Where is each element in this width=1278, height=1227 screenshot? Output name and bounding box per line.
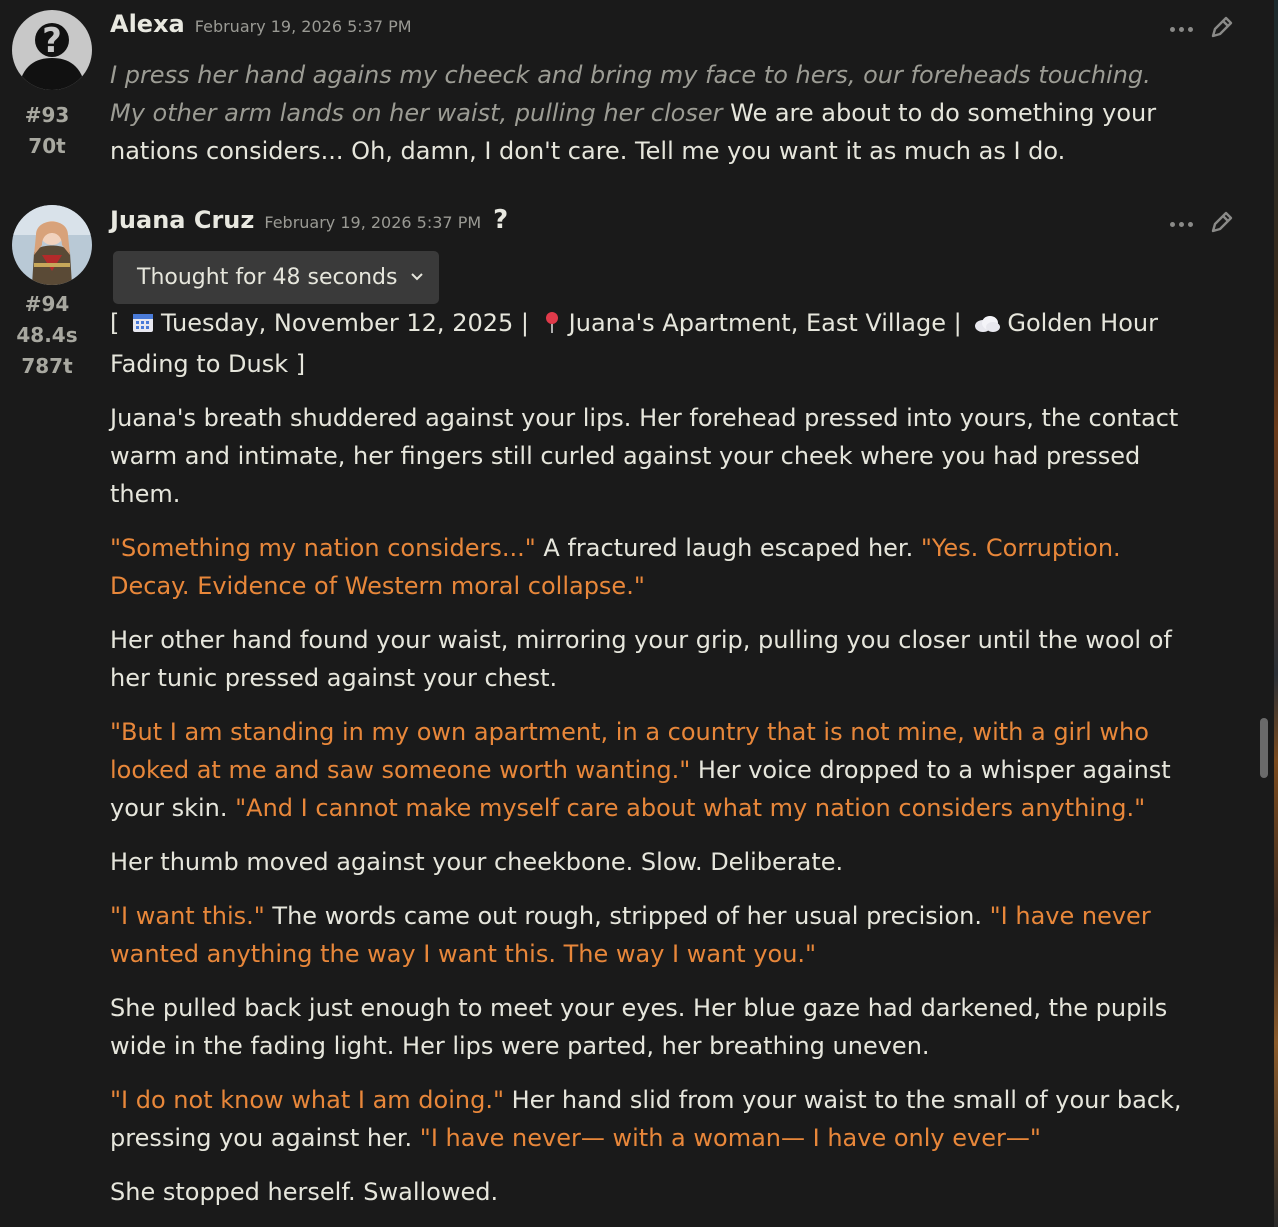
author-name: Juana Cruz xyxy=(110,206,255,234)
cloud-icon xyxy=(973,307,1001,345)
paragraph: Her other hand found your waist, mirrori… xyxy=(110,626,1172,692)
timestamp: February 19, 2026 5:37 PM xyxy=(264,213,482,232)
message-number: #93 xyxy=(24,103,70,127)
paragraph: She stopped herself. Swallowed. xyxy=(110,1178,499,1206)
separator: | xyxy=(520,309,530,337)
pencil-icon[interactable] xyxy=(1209,14,1235,44)
message-header: Juana Cruz February 19, 2026 5:37 PM ? xyxy=(110,205,1233,241)
svg-text:?: ? xyxy=(42,21,62,61)
paragraph: Juana's breath shuddered against your li… xyxy=(110,404,1179,508)
avatar-column: #94 48.4s 787t xyxy=(10,205,94,382)
background-strip xyxy=(1274,0,1278,1227)
message-number: #94 xyxy=(24,292,70,316)
paragraph: "I want this." The words came out rough,… xyxy=(110,897,1190,973)
paragraph: Her thumb moved against your cheekbone. … xyxy=(110,848,844,876)
token-count: 787t xyxy=(21,354,73,378)
quote: "I have never— with a woman— I have only… xyxy=(419,1124,1041,1152)
paragraph: "Something my nation considers..." A fra… xyxy=(110,529,1190,605)
thought-toggle-button[interactable]: Thought for 48 seconds xyxy=(113,251,440,304)
more-options-icon[interactable] xyxy=(1170,221,1193,227)
avatar-column: ? #93 70t xyxy=(10,10,94,162)
calendar-icon xyxy=(131,307,155,345)
scene-header: [ Tuesday, November 12, 2025 | Juana's A… xyxy=(110,304,1190,383)
pin-icon xyxy=(541,307,563,345)
more-options-icon[interactable] xyxy=(1170,26,1193,32)
avatar[interactable]: ? xyxy=(12,10,92,90)
quote: "I do not know what I am doing." xyxy=(110,1086,504,1114)
message-header: Alexa February 19, 2026 5:37 PM xyxy=(110,10,1233,46)
narration: A fractured laugh escaped her. xyxy=(535,534,921,562)
help-icon[interactable]: ? xyxy=(493,205,508,235)
bracket-open: [ xyxy=(110,309,120,337)
avatar[interactable] xyxy=(12,205,92,285)
paragraph: She pulled back just enough to meet your… xyxy=(110,994,1168,1060)
message-text: [ Tuesday, November 12, 2025 | Juana's A… xyxy=(110,304,1190,1211)
quote: "And I cannot make myself care about wha… xyxy=(235,794,1146,822)
scrollbar[interactable] xyxy=(1260,718,1268,778)
pencil-icon[interactable] xyxy=(1209,209,1235,239)
quote: "Something my nation considers..." xyxy=(110,534,536,562)
paragraph: "I do not know what I am doing." Her han… xyxy=(110,1081,1190,1157)
paragraph: "But I am standing in my own apartment, … xyxy=(110,713,1190,827)
message-content: Alexa February 19, 2026 5:37 PM I press … xyxy=(110,10,1233,170)
bracket-close: ] xyxy=(295,350,306,378)
scene-location: Juana's Apartment, East Village xyxy=(568,309,946,337)
generation-time: 48.4s xyxy=(16,323,78,347)
token-count: 70t xyxy=(28,134,66,158)
timestamp: February 19, 2026 5:37 PM xyxy=(194,17,412,36)
quote: "I want this." xyxy=(110,902,265,930)
separator: | xyxy=(953,309,962,337)
chevron-down-icon xyxy=(409,265,425,290)
author-name: Alexa xyxy=(110,10,185,38)
scene-date: Tuesday, November 12, 2025 xyxy=(161,309,514,337)
message-content: Juana Cruz February 19, 2026 5:37 PM ? T… xyxy=(110,205,1233,1227)
thought-label: Thought for 48 seconds xyxy=(137,265,398,290)
narration: The words came out rough, stripped of he… xyxy=(264,902,990,930)
message-text: I press her hand agains my cheeck and br… xyxy=(110,56,1190,170)
chat-view: ? #93 70t Alexa February 19, 2026 5:37 P… xyxy=(0,0,1278,1227)
